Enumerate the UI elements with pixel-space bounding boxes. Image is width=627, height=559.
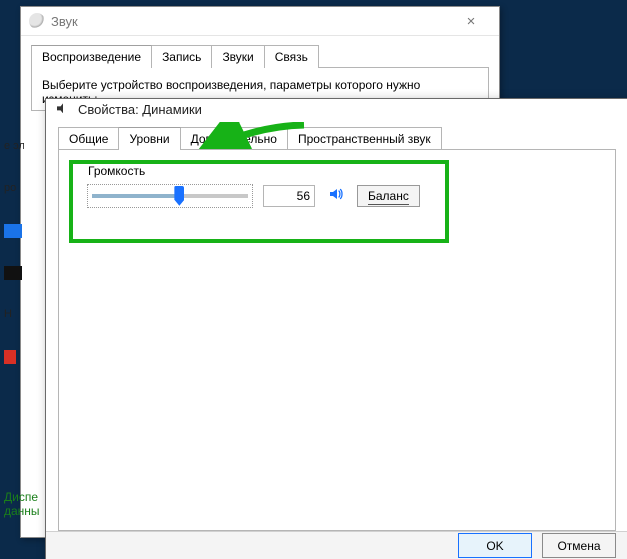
sound-tab-sounds[interactable]: Звуки bbox=[211, 45, 264, 68]
sound-titlebar[interactable]: Звук × bbox=[21, 7, 499, 36]
mute-button[interactable] bbox=[325, 185, 347, 207]
sound-on-icon bbox=[328, 186, 344, 205]
tab-general[interactable]: Общие bbox=[58, 127, 119, 150]
tab-levels[interactable]: Уровни bbox=[118, 127, 180, 150]
left-sliver: е эл ро Н bbox=[0, 140, 24, 364]
levels-panel: Громкость 56 bbox=[58, 149, 616, 531]
sliver-blue-icon bbox=[4, 224, 22, 238]
properties-window: Свойства: Динамики Общие Уровни Дополнит… bbox=[45, 98, 627, 559]
sound-tabs: Воспроизведение Запись Звуки Связь bbox=[31, 44, 489, 68]
sound-app-icon bbox=[29, 13, 45, 29]
speaker-icon bbox=[56, 101, 72, 117]
volume-slider[interactable] bbox=[87, 184, 253, 208]
sound-window-title: Звук bbox=[51, 14, 451, 29]
ok-button[interactable]: OK bbox=[458, 533, 532, 558]
tab-spatial[interactable]: Пространственный звук bbox=[287, 127, 442, 150]
properties-title: Свойства: Динамики bbox=[78, 102, 202, 117]
sliver-text-1: е эл bbox=[0, 140, 24, 154]
properties-titlebar[interactable]: Свойства: Динамики bbox=[46, 99, 627, 120]
sliver-text-2: ро bbox=[0, 182, 24, 196]
volume-group: Громкость 56 bbox=[81, 172, 429, 224]
sound-tab-playback[interactable]: Воспроизведение bbox=[31, 45, 152, 68]
volume-value: 56 bbox=[263, 185, 315, 207]
properties-content: Общие Уровни Дополнительно Пространствен… bbox=[46, 120, 627, 531]
sliver-black-icon bbox=[4, 266, 22, 280]
volume-group-label: Громкость bbox=[85, 164, 148, 178]
properties-button-bar: OK Отмена bbox=[46, 531, 627, 559]
properties-tabs: Общие Уровни Дополнительно Пространствен… bbox=[58, 126, 616, 150]
sound-tab-comm[interactable]: Связь bbox=[264, 45, 319, 68]
balance-button[interactable]: Баланс bbox=[357, 185, 420, 207]
cancel-button[interactable]: Отмена bbox=[542, 533, 616, 558]
sliver-btn-text: Н bbox=[0, 308, 24, 322]
sound-tab-record[interactable]: Запись bbox=[151, 45, 212, 68]
tab-advanced[interactable]: Дополнительно bbox=[180, 127, 288, 150]
sliver-red-icon bbox=[4, 350, 16, 364]
sound-close-button[interactable]: × bbox=[451, 7, 491, 35]
